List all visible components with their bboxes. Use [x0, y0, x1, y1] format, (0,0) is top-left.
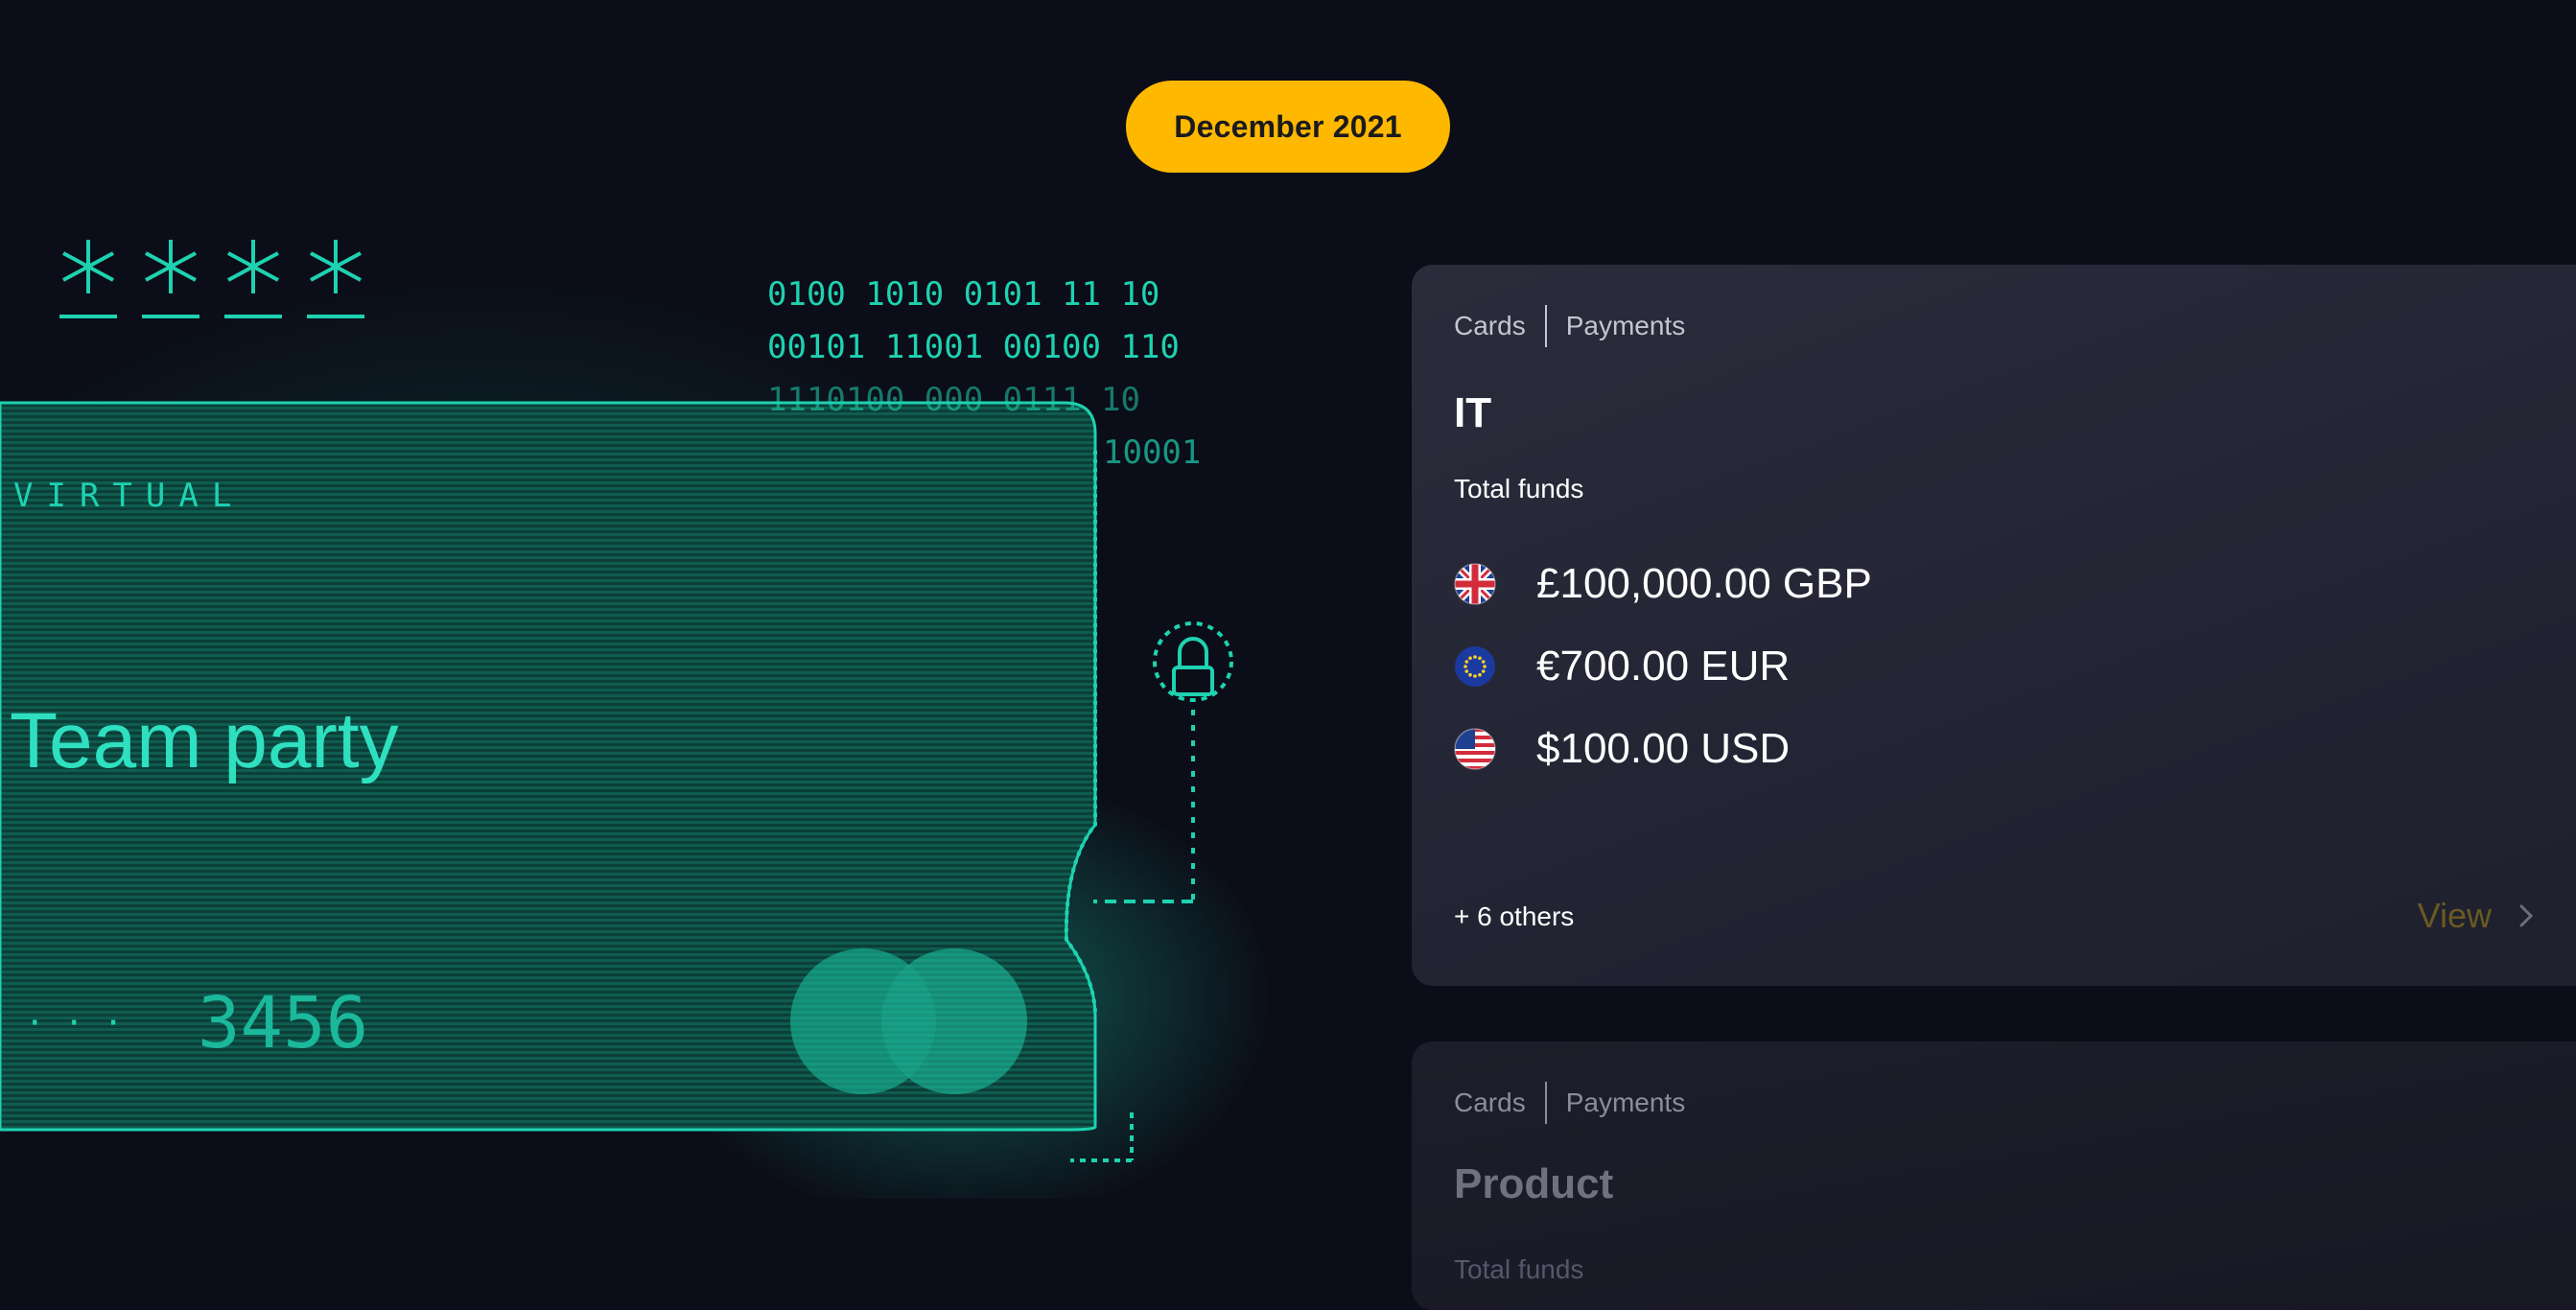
balance-amount: £100,000.00 GBP: [1536, 560, 1872, 607]
virtual-card-illustration: 0100 1010 0101 11 10 00101 11001 00100 1…: [0, 211, 1362, 1199]
masked-digits: · · ·: [25, 1004, 123, 1042]
team-funds-card-it[interactable]: Cards Payments IT Total funds £100,000.0…: [1412, 265, 2576, 986]
card-type-label: VIRTUAL: [13, 477, 245, 515]
team-title: IT: [1454, 389, 1492, 436]
balance-row-gbp: £100,000.00 GBP: [1454, 543, 1872, 625]
breadcrumb-divider: [1544, 305, 1547, 347]
balance-amount: $100.00 USD: [1536, 725, 1791, 772]
balance-row-eur: €700.00 EUR: [1454, 625, 1872, 708]
card-brand-logo: [786, 945, 1036, 1098]
code-line-2: 00101 11001 00100 110: [767, 328, 1180, 366]
team-funds-card-product[interactable]: Cards Payments Product Total funds: [1412, 1041, 2576, 1310]
card-name-label: Team party: [10, 697, 399, 784]
uk-flag-icon: [1454, 563, 1496, 605]
code-line-1: 0100 1010 0101 11 10: [767, 275, 1159, 314]
card-last-digits: 3456: [198, 982, 368, 1064]
balance-amount: €700.00 EUR: [1536, 643, 1791, 690]
balance-list: £100,000.00 GBP €700.00 EUR $100.00 USD: [1454, 543, 1872, 790]
view-button[interactable]: View: [2418, 896, 2540, 936]
breadcrumb-payments[interactable]: Payments: [1566, 311, 1686, 341]
balance-row-usd: $100.00 USD: [1454, 708, 1872, 790]
chevron-right-icon: [2519, 904, 2534, 927]
breadcrumb: Cards Payments: [1454, 305, 1685, 347]
code-line-4: 10001: [1103, 433, 1201, 472]
us-flag-icon: [1454, 728, 1496, 770]
code-line-3: 1110100 000 0111 10: [767, 381, 1140, 419]
total-funds-label: Total funds: [1454, 474, 1584, 503]
month-filter-button[interactable]: December 2021: [1126, 81, 1450, 173]
breadcrumb-cards[interactable]: Cards: [1454, 1088, 1526, 1118]
total-funds-label: Total funds: [1454, 1254, 1584, 1284]
other-currencies-count: + 6 others: [1454, 901, 1575, 931]
view-label: View: [2417, 896, 2492, 935]
breadcrumb-payments[interactable]: Payments: [1566, 1088, 1686, 1118]
eu-flag-icon: [1455, 646, 1495, 687]
team-title: Product: [1454, 1160, 1614, 1207]
breadcrumb-cards[interactable]: Cards: [1454, 311, 1526, 341]
breadcrumb: Cards Payments: [1454, 1082, 1685, 1124]
breadcrumb-divider: [1544, 1082, 1547, 1124]
